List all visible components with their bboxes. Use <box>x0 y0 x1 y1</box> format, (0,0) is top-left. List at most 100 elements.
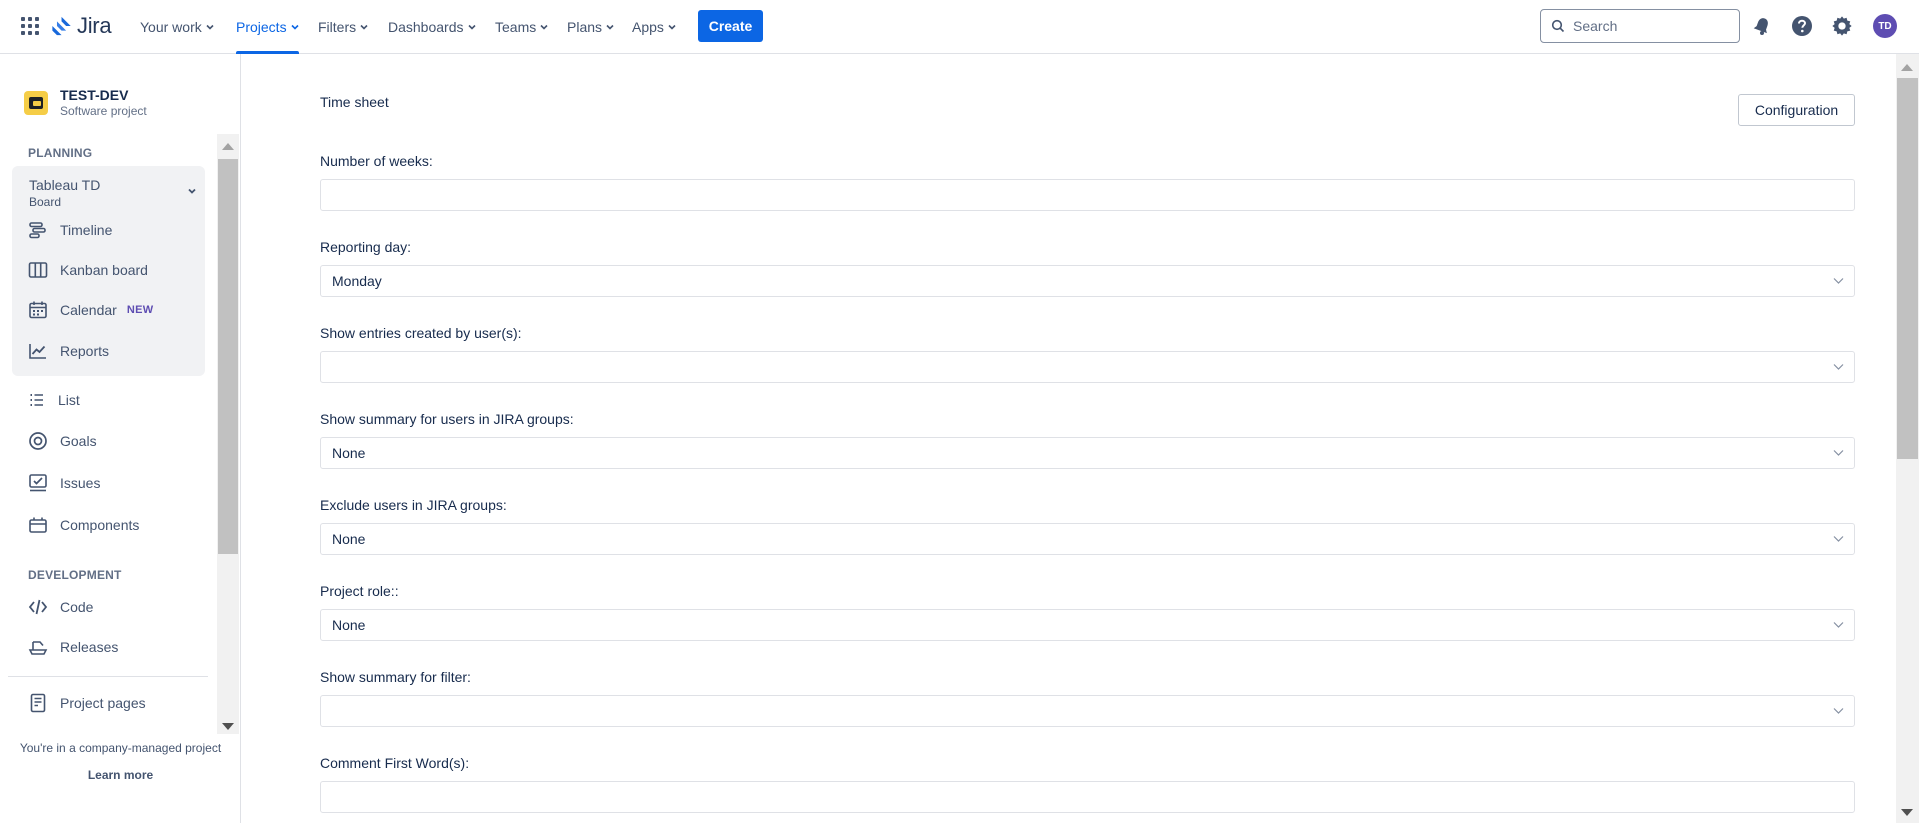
nav-label: Apps <box>632 19 664 35</box>
sidebar-item-label: Project pages <box>60 695 146 711</box>
chevron-down-icon <box>188 188 196 194</box>
code-icon <box>28 599 48 615</box>
timeline-icon <box>29 222 46 239</box>
releases-icon <box>28 641 48 655</box>
sidebar-item-label: List <box>58 392 80 408</box>
company-managed-text: You're in a company-managed project <box>19 741 222 755</box>
board-name: Tableau TD <box>29 177 101 193</box>
sidebar-scroll-area[interactable]: PLANNING Tableau TD Board Timeline Kanba… <box>0 134 223 734</box>
chevron-down-icon <box>1833 622 1844 628</box>
search-icon <box>1551 19 1565 33</box>
sidebar-item-label: Reports <box>60 343 110 359</box>
board-sub: Board <box>29 195 62 209</box>
search-box[interactable] <box>1540 9 1740 43</box>
notifications-icon[interactable] <box>1750 14 1774 38</box>
sidebar-item-kanban-board[interactable]: Kanban board <box>28 252 208 288</box>
main-scrollbar-thumb[interactable] <box>1897 78 1918 459</box>
show-entries-users-select[interactable] <box>320 351 1855 383</box>
create-button[interactable]: Create <box>698 10 763 42</box>
sidebar-item-releases[interactable]: Releases <box>28 629 208 665</box>
sidebar-item-issues[interactable]: Issues <box>28 465 208 501</box>
chevron-down-icon <box>206 24 214 30</box>
number-of-weeks-input[interactable] <box>320 179 1855 211</box>
sidebar-item-calendar[interactable]: Calendar NEW <box>28 292 208 328</box>
nav-teams[interactable]: Teams <box>495 0 548 54</box>
help-icon[interactable] <box>1790 14 1814 38</box>
select-value: None <box>332 531 366 547</box>
app-switcher-icon[interactable] <box>20 16 40 36</box>
kanban-icon <box>28 262 48 278</box>
chevron-down-icon <box>467 24 476 30</box>
nav-your-work[interactable]: Your work <box>140 0 214 54</box>
new-badge: NEW <box>126 304 154 316</box>
configuration-button[interactable]: Configuration <box>1738 94 1855 126</box>
select-value: Monday <box>332 273 382 289</box>
nav-plans[interactable]: Plans <box>567 0 614 54</box>
chevron-down-icon <box>360 24 368 30</box>
comment-first-words-input[interactable] <box>320 781 1855 813</box>
jira-logo[interactable]: Jira <box>51 12 112 40</box>
sidebar-item-label: Components <box>60 517 140 533</box>
project-name: TEST-DEV <box>60 87 129 103</box>
summary-jira-groups-select[interactable]: None <box>320 437 1855 469</box>
search-input[interactable] <box>1573 18 1733 34</box>
chevron-down-icon <box>1833 536 1844 542</box>
calendar-icon <box>29 301 47 319</box>
nav-label: Teams <box>495 19 537 35</box>
sidebar-item-label: Calendar <box>60 302 117 318</box>
sidebar-item-reports[interactable]: Reports <box>28 333 208 369</box>
field-label-exclude-jira-groups: Exclude users in JIRA groups: <box>320 497 507 513</box>
chevron-down-icon <box>291 24 299 30</box>
sidebar-divider <box>8 676 208 677</box>
reports-icon <box>29 344 46 359</box>
sidebar-item-label: Releases <box>60 639 119 655</box>
sidebar-item-label: Issues <box>60 475 101 491</box>
select-value: None <box>332 445 366 461</box>
nav-projects[interactable]: Projects <box>236 0 299 54</box>
nav-dashboards[interactable]: Dashboards <box>388 0 476 54</box>
sidebar-item-label: Kanban board <box>60 262 148 278</box>
goals-icon <box>29 432 47 450</box>
settings-gear-icon[interactable] <box>1830 14 1854 38</box>
components-icon <box>29 517 47 533</box>
page-title: Time sheet <box>320 94 389 110</box>
sidebar-item-label: Code <box>60 599 94 615</box>
sidebar-scroll-up-icon[interactable] <box>222 143 234 150</box>
sidebar-item-list[interactable]: List <box>28 382 208 418</box>
project-role-select[interactable]: None <box>320 609 1855 641</box>
sidebar-scrollbar-thumb[interactable] <box>217 158 239 555</box>
sidebar-item-code[interactable]: Code <box>28 589 208 625</box>
nav-apps[interactable]: Apps <box>632 0 676 54</box>
sidebar-scroll-down-icon[interactable] <box>222 723 234 730</box>
nav-filters[interactable]: Filters <box>318 0 368 54</box>
project-pages-icon <box>30 693 46 713</box>
chevron-down-icon <box>1833 450 1844 456</box>
exclude-jira-groups-select[interactable]: None <box>320 523 1855 555</box>
nav-label: Plans <box>567 19 603 35</box>
project-avatar-icon <box>24 91 48 115</box>
chevron-down-icon <box>1833 278 1844 284</box>
sidebar-item-timeline[interactable]: Timeline <box>28 212 208 248</box>
nav-label: Dashboards <box>388 19 464 35</box>
nav-label: Projects <box>236 19 287 35</box>
sidebar-item-goals[interactable]: Goals <box>28 423 208 459</box>
select-value: None <box>332 617 366 633</box>
project-header[interactable]: TEST-DEV Software project <box>24 87 147 119</box>
sidebar-item-components[interactable]: Components <box>28 507 208 543</box>
learn-more-link[interactable]: Learn more <box>88 768 153 782</box>
list-icon <box>30 394 43 406</box>
nav-label: Your work <box>140 19 202 35</box>
sidebar-item-label: Timeline <box>60 222 113 238</box>
summary-filter-select[interactable] <box>320 695 1855 727</box>
board-selector[interactable]: Tableau TD Board <box>29 176 199 210</box>
main-scroll-up-icon[interactable] <box>1901 64 1913 71</box>
main-scroll-down-icon[interactable] <box>1901 809 1913 816</box>
sidebar-footer: You're in a company-managed project Lear… <box>0 740 241 782</box>
chevron-down-icon <box>1833 364 1844 370</box>
user-avatar[interactable]: TD <box>1873 14 1897 38</box>
field-label-comment-first-words: Comment First Word(s): <box>320 755 470 771</box>
sidebar-item-project-pages[interactable]: Project pages <box>28 685 208 721</box>
issues-icon <box>29 474 47 492</box>
reporting-day-select[interactable]: Monday <box>320 265 1855 297</box>
section-label-development: DEVELOPMENT <box>28 568 122 582</box>
